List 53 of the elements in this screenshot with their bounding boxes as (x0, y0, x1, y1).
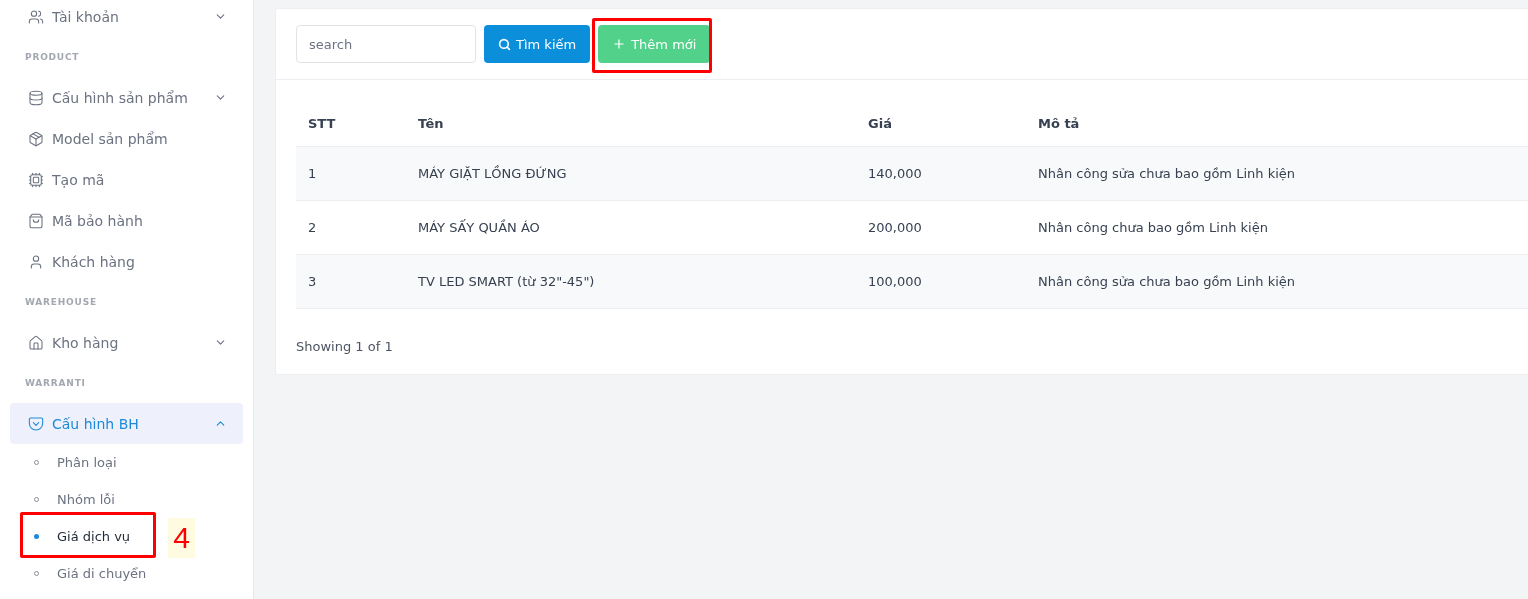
sidebar-item[interactable]: Tạo mã (10, 159, 243, 200)
sidebar-item-label: Kho hàng (52, 334, 120, 351)
section-heading: WAREHOUSE (24, 296, 98, 309)
sidebar-item-label: Tạo mã (52, 171, 106, 188)
search-icon (498, 37, 511, 51)
box-icon (28, 130, 44, 147)
table-cell-text: Nhân công sửa chưa bao gồm Linh kiện (1037, 274, 1296, 289)
table-cell-text: 3 (307, 274, 318, 289)
sidebar-item[interactable]: Model sản phẩm (10, 118, 243, 159)
sidebar-item[interactable]: Kho hàng (10, 322, 243, 363)
section-heading: WARRANTI (24, 377, 87, 390)
sidebar-item-label: Cấu hình BH (52, 415, 140, 432)
sidebar-item-label: Tài khoản (52, 8, 120, 25)
table-cell-text: MÁY GIẶT LỒNG ĐỨNG (417, 166, 568, 181)
column-header: STT (307, 115, 337, 131)
sidebar-item-label: Model sản phẩm (52, 130, 169, 147)
sidebar-item-label: Khách hàng (52, 253, 136, 270)
table-cell-text: 200,000 (867, 220, 923, 235)
search-field[interactable]: search (296, 25, 476, 63)
table-cell-text: TV LED SMART (từ 32"-45") (417, 274, 596, 289)
pagination-info: Showing 1 of 1 (296, 338, 394, 356)
table-cell-text: Nhân công chưa bao gồm Linh kiện (1037, 220, 1269, 235)
table-cell-text: 140,000 (867, 166, 923, 181)
column-header: Mô tả (1037, 115, 1081, 131)
sidebar-item[interactable]: Mã bảo hành (10, 200, 243, 241)
sidebar-item[interactable]: Cấu hình sản phẩm (10, 77, 243, 118)
shield-icon (28, 415, 44, 432)
sidebar-item-label: Mã bảo hành (52, 212, 144, 229)
chip-icon (28, 171, 44, 188)
bag-icon (28, 212, 44, 229)
submenu-item[interactable]: Giá dịch vụ (57, 529, 131, 544)
table-cell-text: Nhân công sửa chưa bao gồm Linh kiện (1037, 166, 1296, 181)
sidebar-item[interactable]: Khách hàng (10, 241, 243, 282)
table-cell-text: MÁY SẤY QUẦN ÁO (417, 220, 541, 235)
users-icon (28, 8, 44, 25)
column-header: Giá (867, 115, 893, 131)
plus-icon (612, 37, 627, 51)
sidebar-item-label: Cấu hình sản phẩm (52, 89, 189, 106)
search-button[interactable]: Tìm kiếm (484, 25, 591, 63)
user-icon (28, 253, 44, 270)
table-cell-text: 2 (307, 220, 318, 235)
sidebar-item[interactable]: Tài khoản (10, 0, 243, 37)
column-header: Tên (417, 115, 445, 131)
submenu-item[interactable]: Giá di chuyển (57, 566, 147, 581)
database-icon (28, 89, 44, 106)
table-cell-text: 1 (307, 166, 318, 181)
table-cell-text: 100,000 (867, 274, 923, 289)
step-number: 4 (168, 518, 195, 558)
submenu-item[interactable]: Nhóm lỗi (57, 492, 115, 507)
section-heading: PRODUCT (24, 51, 81, 64)
submenu-item[interactable]: Phân loại (57, 455, 117, 470)
sidebar-item[interactable]: Cấu hình BH (10, 403, 243, 444)
house-icon (28, 334, 44, 351)
